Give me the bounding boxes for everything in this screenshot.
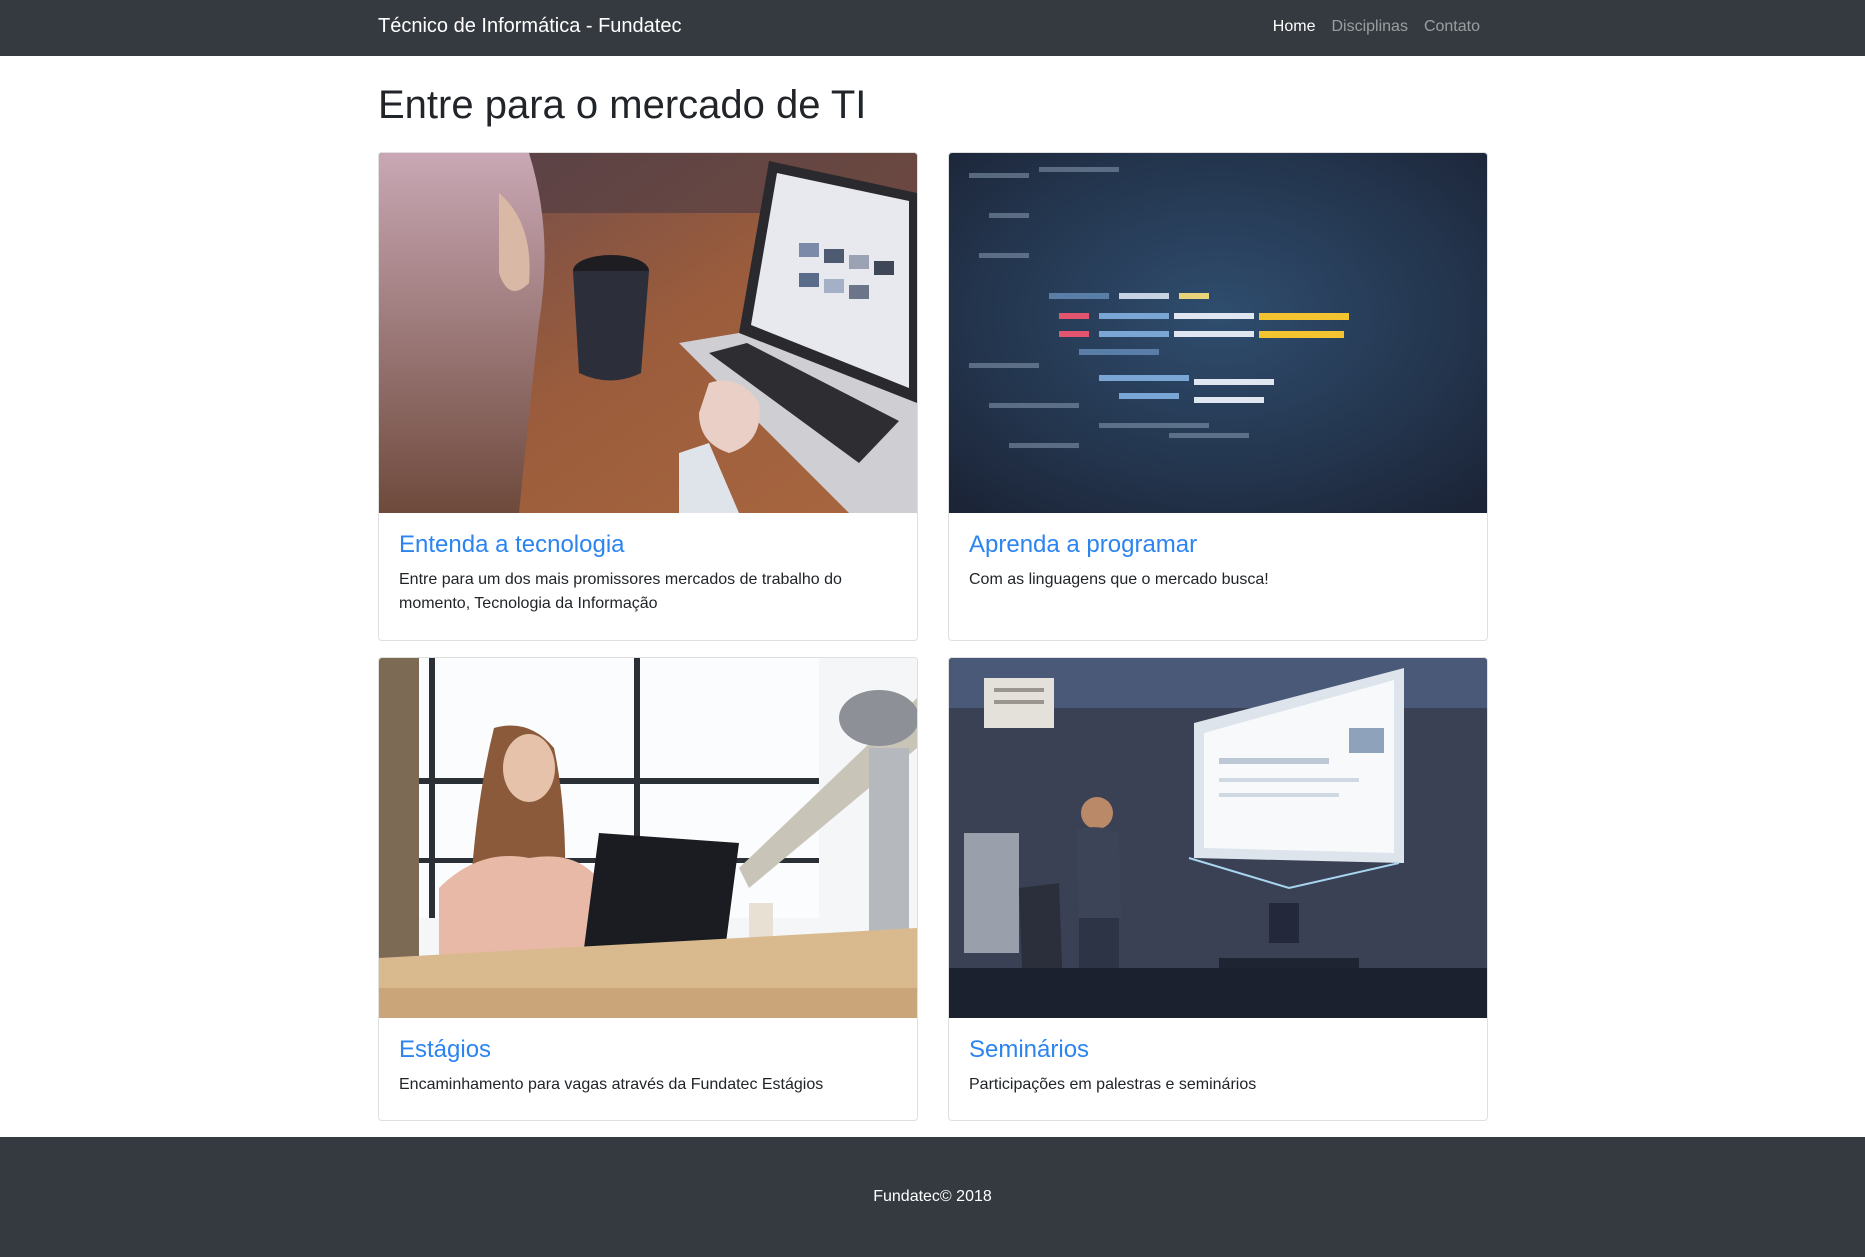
card-body: Seminários Participações em palestras e … bbox=[949, 1018, 1487, 1117]
laptop-coffee-image bbox=[379, 153, 917, 513]
card-title-link[interactable]: Estágios bbox=[399, 1036, 897, 1064]
nav-link-home[interactable]: Home bbox=[1273, 18, 1316, 36]
card-body: Aprenda a programar Com as linguagens qu… bbox=[949, 513, 1487, 612]
brand-link[interactable]: Técnico de Informática - Fundatec bbox=[378, 15, 681, 38]
card-text: Entre para um dos mais promissores merca… bbox=[399, 571, 842, 612]
footer: Fundatec© 2018 bbox=[0, 1137, 1865, 1257]
card-text: Com as linguagens que o mercado busca! bbox=[969, 571, 1269, 588]
card-title-link[interactable]: Entenda a tecnologia bbox=[399, 531, 897, 559]
seminar-presentation-image bbox=[949, 658, 1487, 1018]
nav-link-contato[interactable]: Contato bbox=[1424, 18, 1480, 36]
card-seminarios: Seminários Participações em palestras e … bbox=[948, 657, 1488, 1121]
navbar: Técnico de Informática - Fundatec Home D… bbox=[0, 0, 1865, 56]
card-text: Encaminhamento para vagas através da Fun… bbox=[399, 1076, 824, 1093]
card-body: Entenda a tecnologia Entre para um dos m… bbox=[379, 513, 917, 636]
card-programar: Aprenda a programar Com as linguagens qu… bbox=[948, 152, 1488, 641]
woman-laptop-image bbox=[379, 658, 917, 1018]
card-text: Participações em palestras e seminários bbox=[969, 1076, 1257, 1093]
footer-copyright: Fundatec© 2018 bbox=[873, 1188, 992, 1205]
nav-links: Home Disciplinas Contato bbox=[1273, 18, 1480, 36]
code-screen-image bbox=[949, 153, 1487, 513]
nav-link-disciplinas[interactable]: Disciplinas bbox=[1331, 18, 1407, 36]
card-title-link[interactable]: Seminários bbox=[969, 1036, 1467, 1064]
card-body: Estágios Encaminhamento para vagas atrav… bbox=[379, 1018, 917, 1117]
page-title: Entre para o mercado de TI bbox=[378, 83, 867, 127]
card-tecnologia: Entenda a tecnologia Entre para um dos m… bbox=[378, 152, 918, 641]
card-title-link[interactable]: Aprenda a programar bbox=[969, 531, 1467, 559]
card-estagios: Estágios Encaminhamento para vagas atrav… bbox=[378, 657, 918, 1121]
